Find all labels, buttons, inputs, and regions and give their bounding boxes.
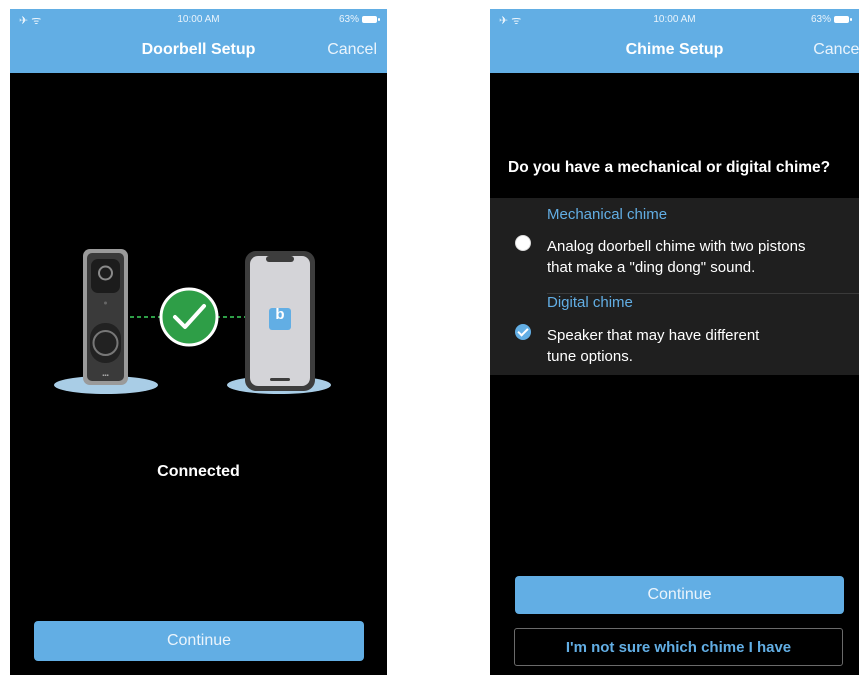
option-description-line2: that make a "ding dong" sound. [547,259,756,276]
battery-percent: 63% [338,14,359,25]
cancel-button[interactable]: Cancel [813,41,859,59]
chime-setup-screen: ✈ ᯤ 10:00 AM 63% Chime Setup Cancel Do y… [490,9,859,675]
option-title: Mechanical chime [547,206,668,223]
status-time: 10:00 AM [653,14,696,25]
svg-text:▪▪▪: ▪▪▪ [102,373,108,379]
status-bar: ✈ ᯤ 10:00 AM 63% [490,13,859,29]
page-title: Chime Setup [625,41,724,58]
option-description-line2: tune options. [547,348,633,365]
nav-header: ✈ ᯤ 10:00 AM 63% Doorbell Setup Cancel [10,9,387,73]
connection-status: Connected [157,463,240,480]
battery-status: 63% [810,14,852,25]
app-logo-letter: b [275,306,285,323]
battery-percent: 63% [810,14,831,25]
battery-icon [362,16,380,23]
nav-header: ✈ ᯤ 10:00 AM 63% Chime Setup Cancel [490,9,859,73]
chime-options: Mechanical chime Analog doorbell chime w… [490,198,859,375]
option-description-line1: Analog doorbell chime with two pistons [547,238,806,255]
status-bar: ✈ ᯤ 10:00 AM 63% [10,13,387,29]
cancel-button[interactable]: Cancel [327,41,377,59]
battery-status: 63% [338,14,380,25]
status-time: 10:00 AM [177,14,220,25]
chime-question: Do you have a mechanical or digital chim… [508,159,831,176]
radio-selected-icon[interactable] [515,324,531,340]
radio-unselected-icon[interactable] [515,235,531,251]
not-sure-button[interactable]: I'm not sure which chime I have [514,628,843,666]
option-description-line1: Speaker that may have different [547,327,760,344]
option-title: Digital chime [547,294,633,311]
doorbell-setup-screen: ✈ ᯤ 10:00 AM 63% Doorbell Setup Cancel ▪… [10,9,387,675]
continue-button[interactable]: Continue [34,621,364,661]
continue-button[interactable]: Continue [515,576,844,614]
option-digital-chime[interactable]: Digital chime Speaker that may have diff… [490,294,859,375]
checkmark-icon [159,287,219,347]
option-mechanical-chime[interactable]: Mechanical chime Analog doorbell chime w… [490,198,859,293]
battery-icon [834,16,852,23]
doorbell-icon: ▪▪▪ [83,249,128,385]
connection-illustration: ▪▪▪ [54,249,331,394]
